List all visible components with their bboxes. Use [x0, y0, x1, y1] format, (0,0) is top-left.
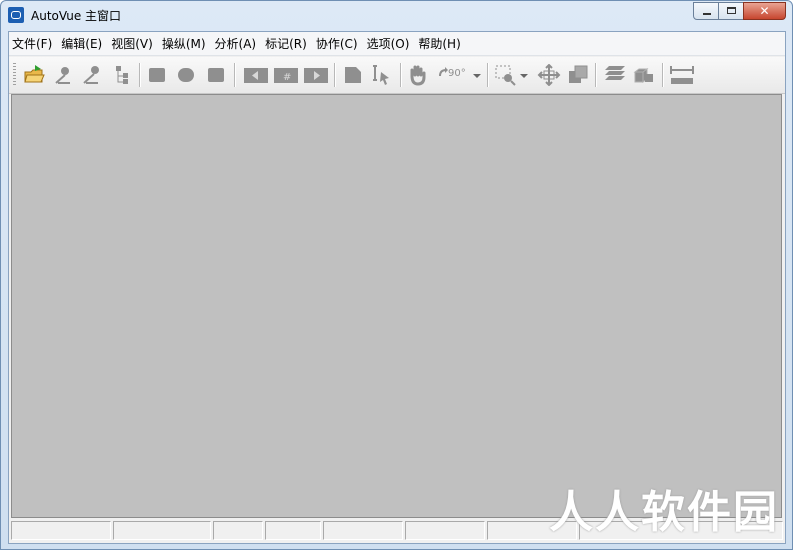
measure-button[interactable] [669, 64, 695, 86]
window-title: AutoVue 主窗口 [31, 9, 122, 23]
chevron-down-icon [520, 74, 528, 78]
menu-edit[interactable]: 编辑(E) [61, 35, 102, 52]
next-page-icon [304, 68, 328, 83]
zoom-box-button[interactable] [494, 64, 516, 86]
zoom-icon [55, 67, 70, 84]
export-button[interactable] [205, 64, 227, 86]
menu-markup[interactable]: 标记(R) [265, 35, 307, 52]
fit-button[interactable] [537, 63, 561, 87]
status-panel [323, 521, 403, 540]
overlay-icon [569, 65, 588, 83]
first-page-icon [244, 68, 268, 83]
minimize-button[interactable] [693, 2, 719, 20]
tree-button[interactable] [112, 64, 134, 86]
menu-bar: 文件(F) 编辑(E) 视图(V) 操纵(M) 分析(A) 标记(R) 协作(C… [9, 32, 785, 56]
toolbar-separator [487, 63, 489, 87]
toolbar: # 90° [9, 57, 785, 94]
status-panel [213, 521, 263, 540]
toolbar-separator [234, 63, 236, 87]
print-icon [178, 68, 194, 82]
export-icon [208, 68, 224, 82]
toolbar-separator [334, 63, 336, 87]
zoom-box-icon [495, 65, 516, 86]
rotate-dropdown[interactable] [471, 64, 483, 86]
menu-analyze[interactable]: 分析(A) [215, 35, 257, 52]
close-button[interactable]: ✕ [743, 2, 786, 20]
main-window: AutoVue 主窗口 ✕ 文件(F) 编辑(E) 视图(V) 操纵(M) 分析… [0, 0, 793, 550]
print-button[interactable] [146, 64, 168, 86]
pan-button[interactable] [407, 64, 429, 86]
window-controls: ✕ [693, 2, 786, 20]
layers-icon [605, 66, 625, 80]
region-button[interactable] [342, 64, 364, 86]
tree-icon [116, 66, 128, 84]
open-button[interactable] [23, 64, 45, 86]
menu-options[interactable]: 选项(O) [367, 35, 410, 52]
menu-manipulate[interactable]: 操纵(M) [162, 35, 206, 52]
toolbar-grip[interactable] [13, 63, 16, 87]
select-text-button[interactable] [371, 64, 393, 86]
toolbar-separator [400, 63, 402, 87]
open-folder-icon [24, 65, 45, 83]
title-bar[interactable]: AutoVue 主窗口 ✕ [1, 1, 792, 29]
status-panel [11, 521, 111, 540]
first-page-button[interactable] [243, 64, 268, 86]
zoom-out-button[interactable] [81, 64, 103, 86]
3d-icon [633, 68, 653, 83]
chevron-down-icon [473, 74, 481, 78]
3d-button[interactable] [633, 64, 655, 86]
maximize-icon [727, 7, 736, 14]
menu-help[interactable]: 帮助(H) [418, 35, 460, 52]
page-number-button[interactable]: # [273, 64, 298, 86]
status-panel [265, 521, 321, 540]
maximize-button[interactable] [718, 2, 744, 20]
zoom-in-button[interactable] [53, 64, 75, 86]
app-icon [8, 7, 24, 23]
pan-hand-icon [410, 65, 426, 86]
toolbar-separator [662, 63, 664, 87]
client-area: 文件(F) 编辑(E) 视图(V) 操纵(M) 分析(A) 标记(R) 协作(C… [8, 31, 786, 544]
print-preview-button[interactable] [175, 64, 197, 86]
toolbar-separator [139, 63, 141, 87]
status-panel [405, 521, 485, 540]
page-number-icon: # [274, 68, 298, 83]
overlay-button[interactable] [567, 64, 589, 86]
toolbar-separator [595, 63, 597, 87]
watermark-logo: 人人软件园 [549, 487, 779, 538]
fit-icon [537, 63, 561, 87]
next-page-button[interactable] [303, 64, 328, 86]
rotate-angle-label: 90° [448, 68, 466, 79]
select-text-icon [373, 65, 389, 85]
zoom-dropdown[interactable] [518, 64, 530, 86]
region-icon [345, 67, 361, 83]
print-icon [149, 68, 165, 82]
menu-view[interactable]: 视图(V) [111, 35, 153, 52]
rotate-button[interactable]: 90° [437, 64, 467, 86]
zoom-icon [83, 66, 99, 84]
menu-file[interactable]: 文件(F) [12, 35, 52, 52]
measure-icon [670, 66, 694, 84]
document-canvas[interactable] [11, 94, 782, 518]
layers-button[interactable] [603, 64, 625, 86]
svg-text:#: # [283, 72, 291, 83]
minimize-icon [703, 13, 711, 15]
close-icon: ✕ [759, 4, 770, 18]
status-panel [113, 521, 211, 540]
menu-collaborate[interactable]: 协作(C) [316, 35, 358, 52]
